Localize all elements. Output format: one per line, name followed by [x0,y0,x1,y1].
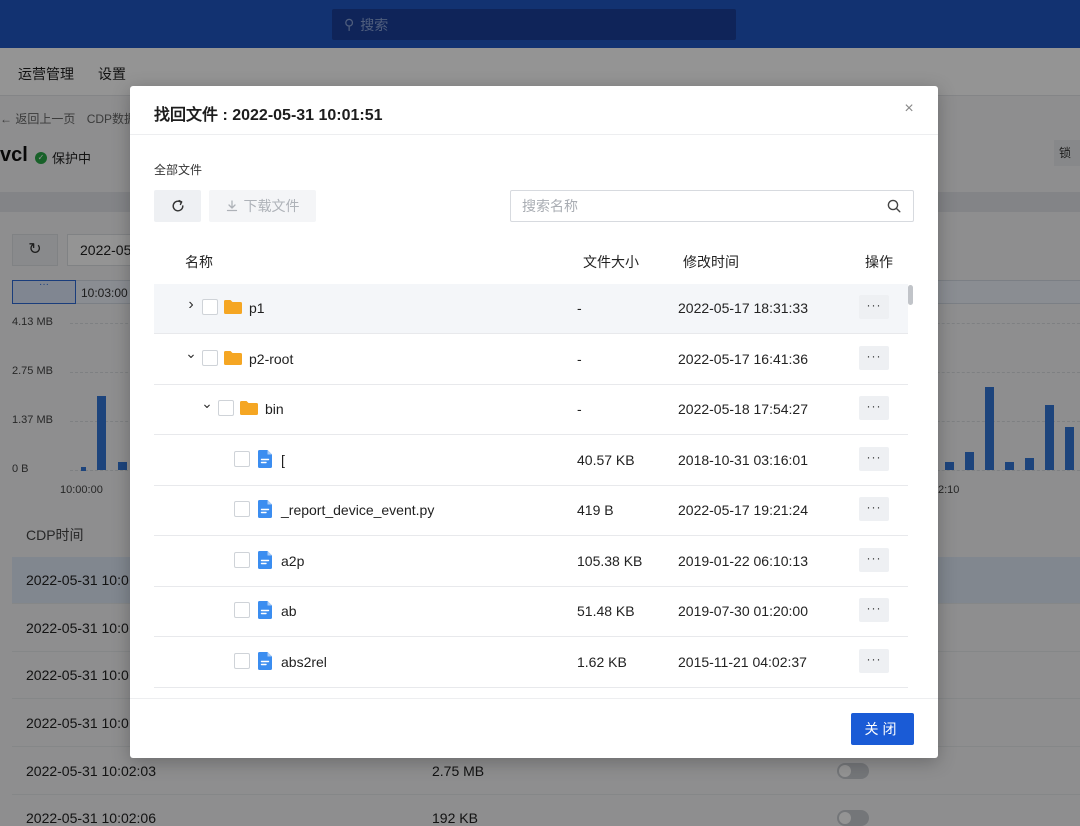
table-row[interactable]: [40.57 KB 2018-10-31 03:16:01 ··· [154,436,908,486]
download-button[interactable]: 下载文件 [209,190,316,222]
file-mtime: 2018-10-31 03:16:01 [678,452,808,468]
file-size: 51.48 KB [577,603,635,619]
folder-icon [223,348,243,368]
more-actions-button[interactable]: ··· [859,497,889,521]
close-button[interactable]: 关闭 [851,713,914,745]
file-mtime: 2015-11-21 04:02:37 [678,654,807,670]
row-checkbox[interactable] [234,653,250,669]
table-row[interactable]: abs2rel 1.62 KB 2015-11-21 04:02:37 ··· [154,638,908,688]
scrollbar-thumb[interactable] [908,285,913,305]
file-name[interactable]: a2p [281,553,304,569]
search-field[interactable] [510,190,914,222]
row-checkbox[interactable] [202,299,218,315]
modal-footer: 关闭 [130,698,938,758]
download-label: 下载文件 [243,198,300,214]
file-size: 1.62 KB [577,654,627,670]
refresh-icon [172,199,184,212]
file-size: 419 B [577,502,614,518]
file-icon [255,651,275,671]
folder-icon [239,398,259,418]
modal-title: 找回文件 : 2022-05-31 10:01:51 [154,107,383,124]
file-icon [255,550,275,570]
more-actions-button[interactable]: ··· [859,548,889,572]
file-table-header: 名称 文件大小 修改时间 操作 [154,238,908,284]
file-icon [255,600,275,620]
table-row[interactable]: a2p 105.38 KB 2019-01-22 06:10:13 ··· [154,537,908,587]
search-icon[interactable] [887,199,901,213]
file-mtime: 2022-05-17 16:41:36 [678,351,808,367]
search-input[interactable] [511,191,871,221]
folder-icon [223,297,243,317]
close-icon[interactable]: × [900,100,918,118]
column-mtime: 修改时间 [683,254,739,270]
row-checkbox[interactable] [234,602,250,618]
more-actions-button[interactable]: ··· [859,346,889,370]
refresh-button[interactable] [154,190,201,222]
file-name[interactable]: ab [281,603,297,619]
file-mtime: 2022-05-18 17:54:27 [678,401,808,417]
table-row[interactable]: › p1 - 2022-05-17 18:31:33 ··· [154,284,908,334]
row-checkbox[interactable] [234,552,250,568]
column-actions: 操作 [865,254,893,270]
file-name[interactable]: p1 [249,300,265,316]
file-size: 40.57 KB [577,452,635,468]
file-icon [255,499,275,519]
column-size: 文件大小 [583,254,639,270]
chevron-right-icon[interactable]: › [185,297,197,313]
file-size: - [577,351,582,367]
more-actions-button[interactable]: ··· [859,649,889,673]
file-size: - [577,300,582,316]
file-mtime: 2022-05-17 18:31:33 [678,300,808,316]
file-mtime: 2019-07-30 01:20:00 [678,603,808,619]
file-mtime: 2019-01-22 06:10:13 [678,553,808,569]
file-name[interactable]: _report_device_event.py [281,502,434,518]
recover-files-modal: 找回文件 : 2022-05-31 10:01:51 × 全部文件 下载文件 名… [130,86,938,758]
file-name[interactable]: bin [265,401,284,417]
section-label: 全部文件 [154,163,203,177]
more-actions-button[interactable]: ··· [859,295,889,319]
modal-header: 找回文件 : 2022-05-31 10:01:51 × [130,86,938,135]
table-row[interactable]: ab 51.48 KB 2019-07-30 01:20:00 ··· [154,587,908,637]
file-table-body[interactable]: › p1 - 2022-05-17 18:31:33 ··· ⌄ p2-root - 2022-… [154,284,908,698]
file-size: 105.38 KB [577,553,643,569]
row-checkbox[interactable] [234,501,250,517]
row-checkbox[interactable] [218,400,234,416]
row-checkbox[interactable] [234,451,250,467]
chevron-down-icon[interactable]: ⌄ [201,396,213,410]
row-checkbox[interactable] [202,350,218,366]
file-name[interactable]: abs2rel [281,654,327,670]
file-icon [255,449,275,469]
table-row[interactable]: ⌄ bin - 2022-05-18 17:54:27 ··· [154,385,908,435]
file-mtime: 2022-05-17 19:21:24 [678,502,808,518]
download-icon [226,200,237,212]
file-name[interactable]: p2-root [249,351,293,367]
more-actions-button[interactable]: ··· [859,598,889,622]
file-name[interactable]: [ [281,452,285,468]
more-actions-button[interactable]: ··· [859,396,889,420]
column-name: 名称 [185,254,213,270]
chevron-down-icon[interactable]: ⌄ [185,346,197,360]
more-actions-button[interactable]: ··· [859,447,889,471]
file-size: - [577,401,582,417]
table-row[interactable]: _report_device_event.py 419 B 2022-05-17 1… [154,486,908,536]
table-row[interactable]: ⌄ p2-root - 2022-05-17 16:41:36 ··· [154,335,908,385]
